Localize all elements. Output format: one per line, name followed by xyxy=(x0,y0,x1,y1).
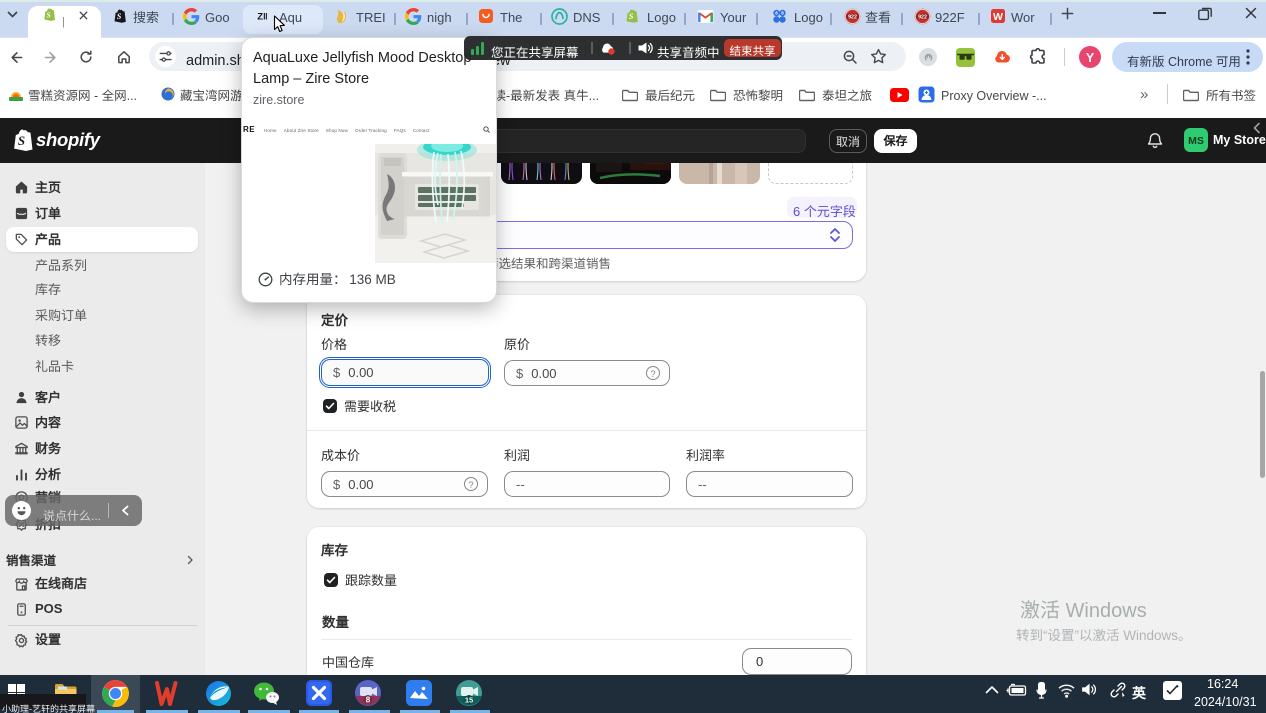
svg-text:15: 15 xyxy=(465,695,473,706)
svg-text:W: W xyxy=(993,9,1003,24)
svg-text:S: S xyxy=(18,133,25,148)
svg-text:Z‖: Z‖ xyxy=(257,12,268,23)
svg-text:S: S xyxy=(47,10,51,19)
svg-text:922: 922 xyxy=(918,14,927,20)
svg-text:8: 8 xyxy=(366,695,371,706)
svg-text:922: 922 xyxy=(848,14,857,20)
svg-text:S: S xyxy=(117,12,122,21)
svg-text:S: S xyxy=(629,12,634,21)
